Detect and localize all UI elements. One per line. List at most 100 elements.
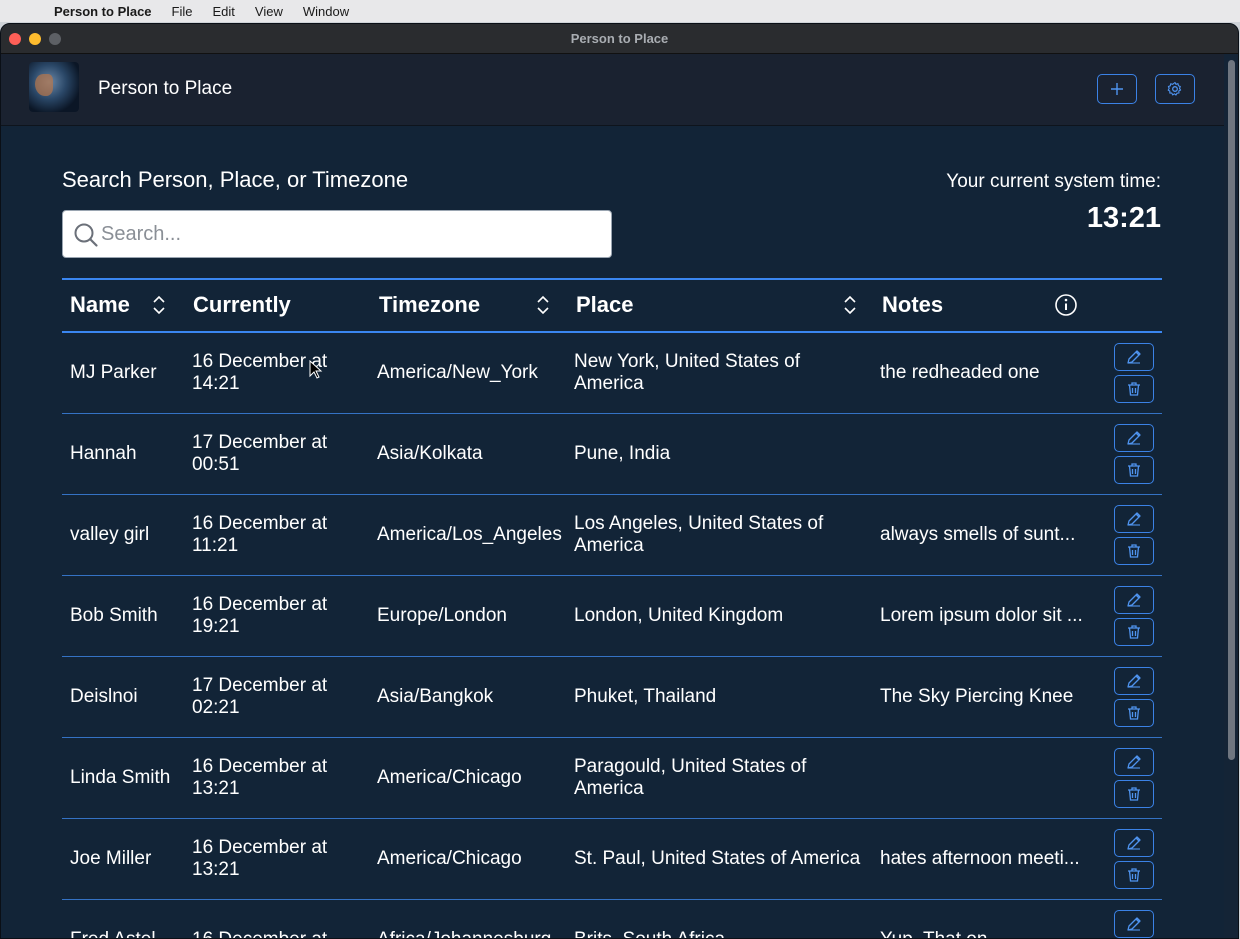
trash-icon	[1128, 787, 1140, 801]
delete-button[interactable]	[1114, 861, 1154, 889]
table-row[interactable]: valley girl 16 December at 11:21 America/L…	[62, 495, 1162, 576]
search-input[interactable]	[101, 217, 601, 251]
delete-button[interactable]	[1114, 375, 1154, 403]
menu-view[interactable]: View	[255, 4, 283, 19]
main-content: Search Person, Place, or Timezone Your c…	[1, 126, 1226, 938]
cell-place: Phuket, Thailand	[574, 686, 717, 707]
scrollbar-thumb[interactable]	[1228, 60, 1235, 760]
table-row[interactable]: Linda Smith 16 December at 13:21 America/C…	[62, 738, 1162, 819]
system-time-label: Your current system time:	[946, 171, 1161, 192]
edit-button[interactable]	[1114, 910, 1154, 938]
plus-icon	[1111, 83, 1123, 95]
cell-timezone: Africa/Johannesburg	[377, 929, 567, 938]
menu-app-name[interactable]: Person to Place	[54, 4, 152, 19]
table-header: Name Currently Timezone Place Notes	[62, 278, 1162, 333]
cell-name: Fred Astel	[70, 929, 185, 938]
pencil-icon	[1127, 512, 1141, 526]
search-box[interactable]	[62, 210, 612, 258]
edit-button[interactable]	[1114, 667, 1154, 695]
cell-name: Deislnoi	[70, 686, 138, 707]
table-row[interactable]: Bob Smith 16 December at 19:21 Europe/Lond…	[62, 576, 1162, 657]
column-header-notes: Notes	[882, 292, 944, 317]
table-row[interactable]: Hannah 17 December at 00:51 Asia/Kolkata Pu…	[62, 414, 1162, 495]
delete-button[interactable]	[1114, 537, 1154, 565]
cell-place: London, United Kingdom	[574, 605, 784, 626]
cell-timezone: Europe/London	[377, 605, 507, 626]
column-header-currently: Currently	[193, 292, 291, 317]
cell-name: Bob Smith	[70, 605, 158, 626]
menu-edit[interactable]: Edit	[213, 4, 235, 19]
cell-timezone: America/Chicago	[377, 848, 522, 869]
trash-icon	[1128, 625, 1140, 639]
cell-name: Joe Miller	[70, 848, 152, 869]
edit-button[interactable]	[1114, 343, 1154, 371]
info-icon[interactable]	[1054, 293, 1078, 317]
menu-window[interactable]: Window	[303, 4, 349, 19]
delete-button[interactable]	[1114, 699, 1154, 727]
settings-button[interactable]	[1155, 74, 1195, 104]
cell-notes: The Sky Piercing Knee	[880, 686, 1074, 707]
edit-button[interactable]	[1114, 829, 1154, 857]
minimize-window-button[interactable]	[29, 33, 41, 45]
cell-place: Pune, India	[574, 443, 671, 464]
delete-button[interactable]	[1114, 780, 1154, 808]
table-row[interactable]: Joe Miller 16 December at 13:21 America/Ch…	[62, 819, 1162, 900]
cell-timezone: America/Chicago	[377, 767, 522, 788]
menu-file[interactable]: File	[172, 4, 193, 19]
pencil-icon	[1127, 917, 1141, 931]
cell-place: Paragould, United States of America	[574, 756, 807, 799]
cell-currently: 16 December at 13:21	[192, 756, 328, 799]
trash-icon	[1128, 544, 1140, 558]
cell-timezone: Asia/Kolkata	[377, 443, 483, 464]
sort-timezone-icon[interactable]	[536, 294, 550, 316]
pencil-icon	[1127, 350, 1141, 364]
mouse-cursor-icon	[309, 360, 323, 379]
add-person-button[interactable]	[1097, 74, 1137, 104]
edit-button[interactable]	[1114, 586, 1154, 614]
system-time-value: 13:21	[1086, 202, 1161, 234]
cell-notes: Yup. That on	[880, 929, 1090, 938]
gear-icon	[1167, 81, 1182, 96]
cell-name: Hannah	[70, 443, 137, 464]
trash-icon	[1128, 706, 1140, 720]
close-window-button[interactable]	[9, 33, 21, 45]
cell-currently: 16 December at 13:21	[192, 837, 328, 880]
search-icon	[74, 223, 98, 247]
trash-icon	[1128, 382, 1140, 396]
edit-button[interactable]	[1114, 505, 1154, 533]
trash-icon	[1128, 463, 1140, 477]
cell-place: St. Paul, United States of America	[574, 848, 861, 869]
pencil-icon	[1127, 836, 1141, 850]
edit-button[interactable]	[1114, 424, 1154, 452]
delete-button[interactable]	[1114, 456, 1154, 484]
table-row[interactable]: Deislnoi 17 December at 02:21 Asia/Bangkok…	[62, 657, 1162, 738]
edit-button[interactable]	[1114, 748, 1154, 776]
app-header: Person to Place	[1, 54, 1238, 126]
pencil-icon	[1127, 431, 1141, 445]
pencil-icon	[1127, 755, 1141, 769]
pencil-icon	[1127, 674, 1141, 688]
column-header-timezone[interactable]: Timezone	[379, 292, 480, 318]
cell-currently: 17 December at 02:21	[192, 675, 328, 718]
cell-name: MJ Parker	[70, 362, 157, 383]
people-table: Name Currently Timezone Place Notes MJ P…	[62, 278, 1162, 938]
cell-timezone: Asia/Bangkok	[377, 686, 494, 707]
delete-button[interactable]	[1114, 618, 1154, 646]
cell-place: Los Angeles, United States of America	[574, 513, 824, 556]
cell-name: Linda Smith	[70, 767, 171, 788]
table-row[interactable]: Fred Astel 16 December at Africa/Johannesb…	[62, 900, 1162, 938]
table-row[interactable]: MJ Parker 16 December at 14:21 America/New…	[62, 333, 1162, 414]
sort-place-icon[interactable]	[843, 294, 857, 316]
app-title: Person to Place	[98, 78, 233, 99]
cell-timezone: America/New_York	[377, 362, 538, 383]
column-header-name[interactable]: Name	[70, 292, 130, 318]
zoom-window-button[interactable]	[49, 33, 61, 45]
table-body: MJ Parker 16 December at 14:21 America/New…	[62, 333, 1162, 938]
cell-notes: always smells of sunt...	[880, 524, 1076, 545]
column-header-place[interactable]: Place	[576, 292, 634, 318]
sort-name-icon[interactable]	[152, 294, 166, 316]
cell-name: valley girl	[70, 524, 150, 545]
app-logo	[29, 62, 79, 112]
cell-notes: hates afternoon meeti...	[880, 848, 1080, 869]
app-window: Person to Place Person to Place Search P…	[0, 23, 1239, 939]
